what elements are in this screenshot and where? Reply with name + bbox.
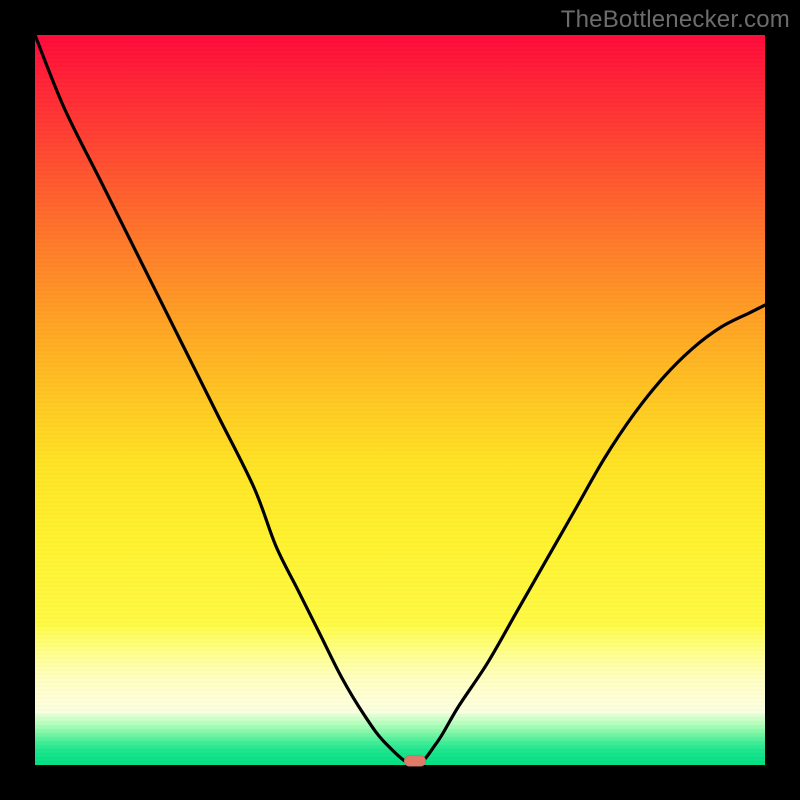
chart-canvas: TheBottlenecker.com xyxy=(0,0,800,800)
plot-area xyxy=(35,35,765,765)
curve-path xyxy=(35,35,765,765)
minimum-marker xyxy=(404,756,426,767)
watermark-text: TheBottlenecker.com xyxy=(561,6,790,34)
bottleneck-curve xyxy=(35,35,765,765)
